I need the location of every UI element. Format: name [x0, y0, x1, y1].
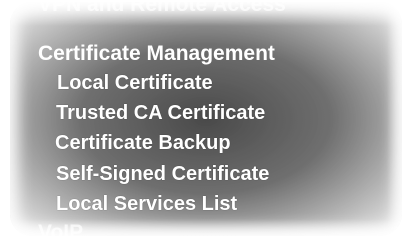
menu-section-vpn-remote-access[interactable]: VPN and Remote Access: [38, 0, 286, 15]
screenshot-stage: VPN and Remote Access Certificate Manage…: [0, 0, 417, 241]
menu-section-voip[interactable]: VoIP: [38, 222, 83, 241]
menu-section-certificate-management[interactable]: Certificate Management: [38, 43, 275, 64]
menu-item-certificate-backup[interactable]: Certificate Backup: [55, 133, 231, 153]
menu-item-local-certificate[interactable]: Local Certificate: [57, 73, 213, 93]
menu-item-self-signed-certificate[interactable]: Self-Signed Certificate: [56, 164, 269, 184]
menu-item-trusted-ca-certificate[interactable]: Trusted CA Certificate: [56, 103, 265, 123]
menu-item-local-services-list[interactable]: Local Services List: [56, 194, 237, 214]
